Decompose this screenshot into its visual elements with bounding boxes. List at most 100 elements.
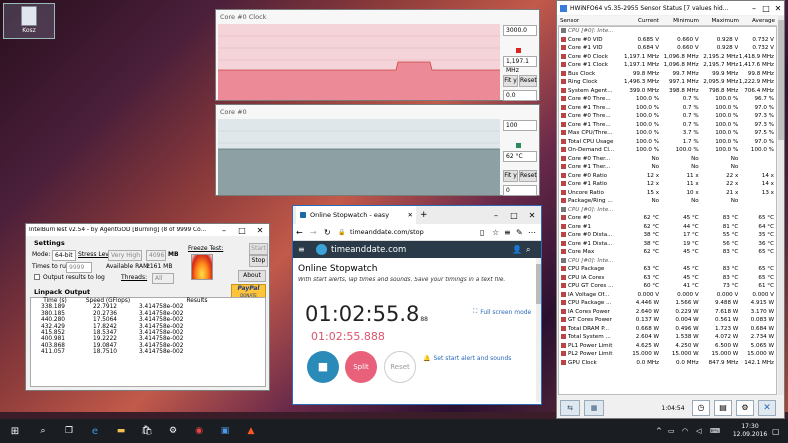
graph-min-field[interactable]: 0	[503, 185, 537, 196]
share-icon[interactable]: ⋯	[528, 228, 538, 237]
sensor-row[interactable]: Core #0 Clock 1,197.1 MHz 1,096.8 MHz 2,195…	[559, 53, 776, 62]
sensor-row[interactable]: Core #0 Dista... 38 °C 17 °C 55 °C 35 °C	[559, 231, 776, 240]
notifications-icon[interactable]: ▢	[772, 427, 788, 436]
close-icon[interactable]: ✕	[251, 226, 269, 235]
clock-icon[interactable]: ◷	[692, 400, 710, 416]
close-icon[interactable]: ✕	[523, 211, 541, 220]
graph-min-field[interactable]: 0.0	[503, 90, 537, 101]
clock[interactable]: 17:30 12.09.2016	[728, 423, 772, 439]
graph-max-field[interactable]: 3000.0	[503, 25, 537, 36]
close-x-icon[interactable]: ✕	[758, 400, 776, 416]
sensor-row[interactable]: GT Cores Power 0.137 W 0.004 W 0.561 W 0.083…	[559, 316, 776, 325]
scrollbar[interactable]	[536, 258, 541, 402]
sensor-row[interactable]: Core #0 62 °C 45 °C 83 °C 65 °C	[559, 214, 776, 223]
reading-view-icon[interactable]: ▯	[480, 228, 492, 237]
sensor-row[interactable]: IA Voltage Of... 0.000 V 0.000 V 0.000 V 0.0…	[559, 291, 776, 300]
start-button[interactable]: Start	[249, 243, 268, 255]
search-icon[interactable]: ⌕	[526, 245, 536, 255]
sensor-row[interactable]: Core #0 Ther... No No No	[559, 155, 776, 164]
stop-button[interactable]: ■	[307, 351, 339, 383]
fit-y-button[interactable]: Fit y	[503, 75, 518, 87]
tab-close-icon[interactable]: ✕	[405, 211, 416, 219]
recycle-bin-icon[interactable]: Kosz	[3, 3, 55, 39]
sensor-row[interactable]: On-Demand Cl... 100.0 % 100.0 % 100.0 % 100.…	[559, 146, 776, 155]
more-icon[interactable]: ≡	[504, 228, 516, 237]
sensor-row[interactable]: Uncore Ratio 15 x 10 x 21 x 13 x	[559, 189, 776, 198]
favorites-icon[interactable]: ☆	[492, 228, 504, 237]
split-button[interactable]: Split	[345, 351, 377, 383]
maximize-icon[interactable]: □	[505, 211, 523, 220]
sensor-row[interactable]: Ring Clock 1,496.3 MHz 997.1 MHz 2,095.9 MH…	[559, 78, 776, 87]
header-minimum[interactable]: Minimum	[659, 16, 699, 25]
back-icon[interactable]: ←	[296, 228, 310, 237]
alert-link[interactable]: 🔔 Set start alert and sounds	[423, 355, 511, 362]
sensor-group-row[interactable]: CPU [#0]: Inte...	[559, 27, 776, 36]
battery-icon[interactable]: ▭	[668, 427, 682, 435]
search-icon[interactable]: ⌕	[30, 426, 56, 436]
forward-icon[interactable]: →	[310, 228, 324, 237]
sensor-row[interactable]: Core #1 Thre... 100.0 % 0.7 % 100.0 % 97.0 %	[559, 104, 776, 113]
sensor-row[interactable]: Core #1 Clock 1,197.1 MHz 1,096.8 MHz 2,195…	[559, 61, 776, 70]
wifi-icon[interactable]: ◠	[682, 427, 696, 435]
chrome-icon[interactable]: ◉	[186, 426, 212, 436]
reset-button[interactable]: Reset	[519, 170, 537, 182]
header-sensor[interactable]: Sensor	[558, 16, 619, 25]
maximize-icon[interactable]: □	[760, 4, 772, 13]
sensor-row[interactable]: Core Max 62 °C 45 °C 83 °C 65 °C	[559, 248, 776, 257]
log-checkbox[interactable]	[34, 274, 40, 280]
times-field[interactable]: 9999	[66, 262, 92, 273]
sensor-row[interactable]: Total CPU Usage 100.0 % 1.7 % 100.0 % 97.0 %	[559, 138, 776, 147]
fullscreen-link[interactable]: ⛶ Full screen mode	[473, 308, 531, 316]
edge-icon[interactable]: e	[82, 426, 108, 437]
header-average[interactable]: Average	[739, 16, 777, 25]
sensor-row[interactable]: Core #1 Ther... No No No	[559, 163, 776, 172]
sensor-row[interactable]: CPU Package 63 °C 45 °C 83 °C 65 °C	[559, 265, 776, 274]
sensor-row[interactable]: PL1 Power Limit 4.625 W 4.250 W 6.500 W 5.06…	[559, 342, 776, 351]
sensor-row[interactable]: CPU IA Cores 63 °C 45 °C 83 °C 65 °C	[559, 274, 776, 283]
mode-select[interactable]: 64-bit	[52, 250, 76, 261]
fit-y-button[interactable]: Fit y	[503, 170, 518, 182]
graph-color-swatch[interactable]	[516, 143, 521, 148]
sensor-group-row[interactable]: CPU [#0]: Inte...	[559, 206, 776, 215]
threads-select[interactable]: All	[152, 273, 174, 284]
about-button[interactable]: About	[238, 270, 266, 282]
sensor-row[interactable]: Core #0 Thre... 100.0 % 0.7 % 100.0 % 96.7 %	[559, 95, 776, 104]
refresh-icon[interactable]: ↻	[324, 228, 338, 237]
sensor-row[interactable]: System Agent... 399.0 MHz 398.8 MHz 798.8 M…	[559, 87, 776, 96]
sensor-row[interactable]: PL2 Power Limit 15.000 W 15.000 W 15.000 W 1…	[559, 350, 776, 359]
sensor-row[interactable]: Core #1 Ratio 12 x 11 x 22 x 14 x	[559, 180, 776, 189]
memory-field[interactable]: 4096	[146, 250, 166, 261]
hw-scrollbar[interactable]	[778, 16, 784, 395]
sensor-row[interactable]: Core #1 Dista... 38 °C 19 °C 56 °C 36 °C	[559, 240, 776, 249]
address-field[interactable]: timeanddate.com/stop	[350, 228, 480, 236]
sensor-row[interactable]: Core #0 Ratio 12 x 11 x 22 x 14 x	[559, 172, 776, 181]
minimize-icon[interactable]: –	[487, 211, 505, 220]
browser-tab[interactable]: Online Stopwatch - easy ✕	[296, 206, 416, 224]
sensor-row[interactable]: Core #1 62 °C 44 °C 81 °C 64 °C	[559, 223, 776, 232]
site-name[interactable]: timeanddate.com	[331, 245, 512, 255]
explorer-icon[interactable]: ▬	[108, 426, 134, 436]
report-icon[interactable]: ▤	[714, 400, 732, 416]
close-icon[interactable]: ✕	[772, 4, 784, 13]
graph-max-field[interactable]: 100	[503, 120, 537, 131]
task-view-icon[interactable]: ❐	[56, 426, 82, 436]
volume-icon[interactable]: ◁	[696, 427, 710, 435]
keyboard-icon[interactable]: ⌨	[710, 427, 728, 435]
new-tab-icon[interactable]: +	[420, 210, 428, 220]
sensor-row[interactable]: Total DRAM P... 0.668 W 0.496 W 1.723 W 0.68…	[559, 325, 776, 334]
maximize-icon[interactable]: □	[233, 226, 251, 235]
sensor-row[interactable]: GPU Clock 0.0 MHz 0.0 MHz 847.9 MHz 142.1 MH…	[559, 359, 776, 368]
start-icon[interactable]: ⊞	[0, 426, 30, 437]
intelburn-taskbar-icon[interactable]: ▲	[238, 426, 264, 436]
store-icon[interactable]: 🛍	[134, 426, 160, 436]
sensor-row[interactable]: CPU Package ... 4.446 W 1.566 W 9.488 W 4.91…	[559, 299, 776, 308]
minimize-icon[interactable]: –	[748, 4, 760, 13]
sensor-row[interactable]: Max CPU/Thre... 100.0 % 3.7 % 100.0 % 97.5 %	[559, 129, 776, 138]
notes-icon[interactable]: ✎	[516, 228, 528, 237]
sensor-row[interactable]: Total System ... 2.604 W 1.538 W 4.072 W 2.7…	[559, 333, 776, 342]
stress-select[interactable]: Very High	[108, 250, 142, 261]
tray-chevron-icon[interactable]: ^	[656, 427, 668, 435]
user-icon[interactable]: 👤	[512, 245, 526, 254]
header-maximum[interactable]: Maximum	[699, 16, 739, 25]
sensor-row[interactable]: Core #0 Thre... 100.0 % 0.7 % 100.0 % 97.3 %	[559, 112, 776, 121]
